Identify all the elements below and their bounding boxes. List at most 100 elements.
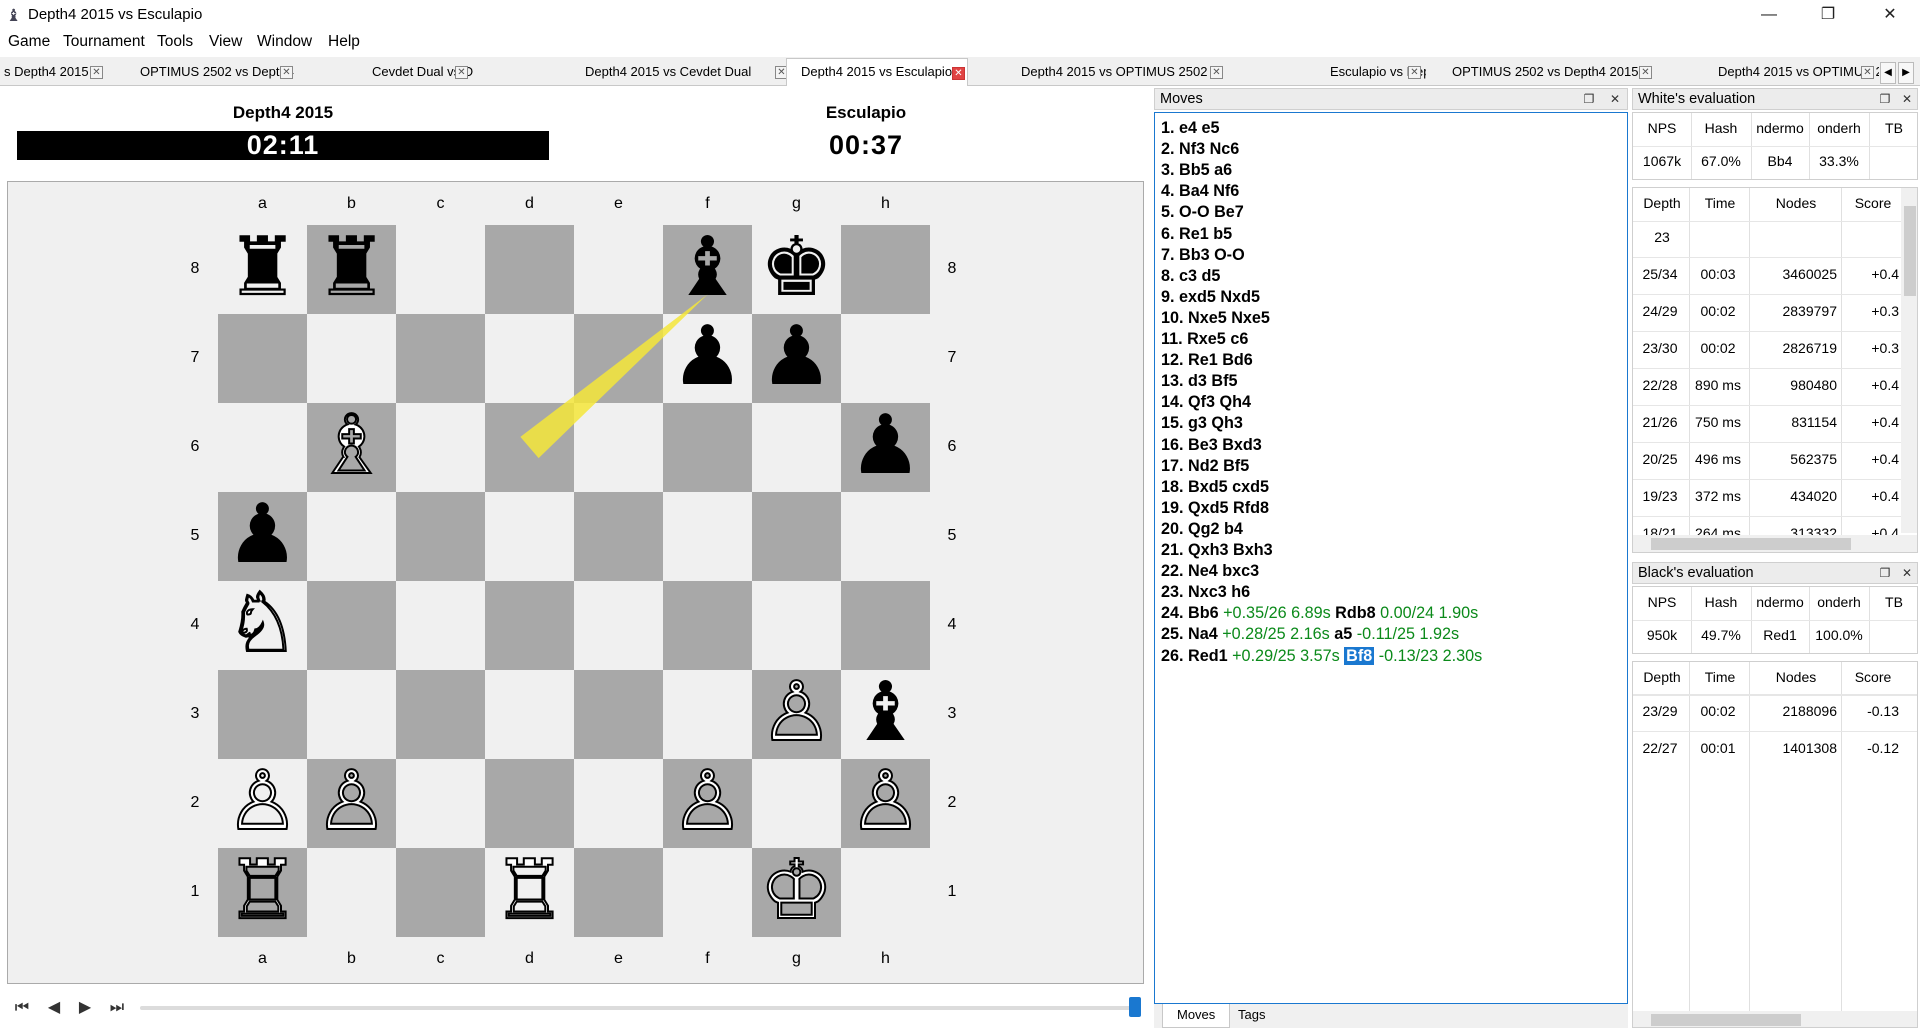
board-square-d4[interactable] <box>485 581 574 670</box>
black-move[interactable]: a6 <box>1214 161 1232 179</box>
black-rook-icon[interactable]: ♜ <box>218 225 307 314</box>
white-move[interactable]: O-O <box>1179 203 1210 221</box>
white-pawn-icon[interactable]: ♙ <box>841 758 930 848</box>
tab-game[interactable]: s Depth4 2015 ✕ <box>0 60 108 85</box>
board-square-g4[interactable] <box>752 581 841 670</box>
board-square-a6[interactable] <box>218 403 307 492</box>
board-square-e4[interactable] <box>574 581 663 670</box>
white-move[interactable]: Nf3 <box>1179 140 1205 158</box>
black-move[interactable]: c6 <box>1230 330 1248 348</box>
black-move[interactable]: b4 <box>1224 520 1243 538</box>
black-pawn-icon[interactable]: ♟ <box>752 314 841 403</box>
tab-game[interactable]: Cevdet Dual vs Depth4 2015✕ <box>300 60 473 85</box>
white-rook-icon[interactable]: ♖ <box>218 847 307 937</box>
tab-game[interactable]: Depth4 2015 vs OPTIMUS 2502✕ <box>997 60 1228 85</box>
black-move[interactable]: bxc3 <box>1222 562 1259 580</box>
moves-list[interactable]: 1. e4 e5 2. Nf3 Nc6 3. Bb5 a6 4. Ba4 Nf6 5. … <box>1154 112 1628 1004</box>
tab-tags[interactable]: Tags <box>1224 1004 1279 1028</box>
board-square-f4[interactable] <box>663 581 752 670</box>
white-move[interactable]: Ba4 <box>1179 182 1209 200</box>
board-square-e3[interactable] <box>574 670 663 759</box>
board-square-e2[interactable] <box>574 759 663 848</box>
tab-game[interactable]: Depth4 2015 vs Cevdet Dual ✕ <box>475 60 793 85</box>
black-king-icon[interactable]: ♚ <box>752 225 841 314</box>
close-panel-icon[interactable]: ✕ <box>1607 91 1623 107</box>
black-move[interactable]: Qh3 <box>1211 414 1242 432</box>
white-move[interactable]: Re1 <box>1179 225 1209 243</box>
board-square-f6[interactable] <box>663 403 752 492</box>
board-square-c6[interactable] <box>396 403 485 492</box>
tab-close-icon[interactable]: ✕ <box>455 66 468 79</box>
board-square-d6[interactable] <box>485 403 574 492</box>
board-square-d5[interactable] <box>485 492 574 581</box>
menu-view[interactable]: View <box>209 33 242 51</box>
horizontal-scroll-thumb[interactable] <box>1651 538 1851 550</box>
last-move-button[interactable]: ⏭ <box>106 997 128 1019</box>
previous-move-button[interactable]: ◀ <box>43 997 65 1019</box>
white-pawn-icon[interactable]: ♙ <box>218 758 307 848</box>
white-move[interactable]: Rxe5 <box>1187 330 1226 348</box>
close-panel-icon[interactable]: ✕ <box>1899 91 1915 107</box>
close-window-button[interactable]: ✕ <box>1862 0 1918 30</box>
black-move[interactable]: Bf5 <box>1223 457 1249 475</box>
white-knight-icon[interactable]: ♘ <box>218 580 307 670</box>
board-square-d8[interactable] <box>485 225 574 314</box>
board-square-c4[interactable] <box>396 581 485 670</box>
white-move[interactable]: Be3 <box>1188 436 1218 454</box>
black-pawn-icon[interactable]: ♟ <box>841 403 930 492</box>
board-square-e1[interactable] <box>574 848 663 937</box>
board-square-h5[interactable] <box>841 492 930 581</box>
white-move[interactable]: Re1 <box>1188 351 1218 369</box>
black-bishop-icon[interactable]: ♝ <box>841 670 930 759</box>
chess-board[interactable]: ♜ ♜ ♝ ♚ ♟ ♟ ♗ ♟ ♟ ♘ ♙ ♝ ♙ ♙ ♙ ♙ ♖ ♖ ♔ <box>218 225 930 937</box>
white-move[interactable]: Qg2 <box>1188 520 1219 538</box>
menu-help[interactable]: Help <box>328 33 360 51</box>
white-rook-icon[interactable]: ♖ <box>485 847 574 937</box>
board-square-f5[interactable] <box>663 492 752 581</box>
black-move[interactable]: h6 <box>1231 583 1250 601</box>
white-move[interactable]: Ne4 <box>1188 562 1218 580</box>
black-move[interactable]: Bxh3 <box>1233 541 1273 559</box>
board-square-g5[interactable] <box>752 492 841 581</box>
board-square-c1[interactable] <box>396 848 485 937</box>
board-square-f3[interactable] <box>663 670 752 759</box>
white-move[interactable]: c3 <box>1179 267 1197 285</box>
white-move[interactable]: Nd2 <box>1188 457 1219 475</box>
tab-close-icon[interactable]: ✕ <box>1861 66 1874 79</box>
black-move[interactable]: Qh4 <box>1220 393 1251 411</box>
black-pawn-icon[interactable]: ♟ <box>663 314 752 403</box>
tab-scroll-right-button[interactable]: ▶ <box>1898 62 1914 84</box>
white-move[interactable]: g3 <box>1188 414 1207 432</box>
white-move[interactable]: Na4 <box>1188 625 1218 643</box>
horizontal-scroll-thumb[interactable] <box>1651 1014 1801 1026</box>
board-square-d3[interactable] <box>485 670 574 759</box>
tab-game[interactable]: OPTIMUS 2502 vs Depth4 2015✕ <box>112 60 298 85</box>
white-pawn-icon[interactable]: ♙ <box>663 758 752 848</box>
white-bishop-icon[interactable]: ♗ <box>307 402 396 492</box>
board-square-g2[interactable] <box>752 759 841 848</box>
white-move[interactable]: Qxh3 <box>1188 541 1229 559</box>
board-square-f1[interactable] <box>663 848 752 937</box>
close-panel-icon[interactable]: ✕ <box>1899 565 1915 581</box>
board-square-b4[interactable] <box>307 581 396 670</box>
white-move[interactable]: Bb6 <box>1188 604 1219 622</box>
board-square-b5[interactable] <box>307 492 396 581</box>
black-move[interactable]: Nxe5 <box>1231 309 1270 327</box>
black-move[interactable]: Nf6 <box>1213 182 1239 200</box>
tab-close-icon[interactable]: ✕ <box>90 66 103 79</box>
white-move[interactable]: exd5 <box>1179 288 1216 306</box>
black-bishop-icon[interactable]: ♝ <box>663 225 752 314</box>
move-slider-handle[interactable] <box>1129 997 1141 1017</box>
board-square-h4[interactable] <box>841 581 930 670</box>
black-move[interactable]: Be7 <box>1214 203 1244 221</box>
black-rook-icon[interactable]: ♜ <box>307 225 396 314</box>
board-square-a7[interactable] <box>218 314 307 403</box>
black-move[interactable]: e5 <box>1202 119 1220 137</box>
black-move[interactable]: Rfd8 <box>1233 499 1269 517</box>
tab-close-icon[interactable]: ✕ <box>1408 66 1421 79</box>
black-move[interactable]: Bd6 <box>1222 351 1253 369</box>
float-panel-icon[interactable]: ❐ <box>1877 565 1893 581</box>
black-move[interactable]: Bxd3 <box>1222 436 1262 454</box>
tab-game[interactable]: Depth4 2015 vs Esculapio ✕ <box>786 58 968 86</box>
board-square-a3[interactable] <box>218 670 307 759</box>
